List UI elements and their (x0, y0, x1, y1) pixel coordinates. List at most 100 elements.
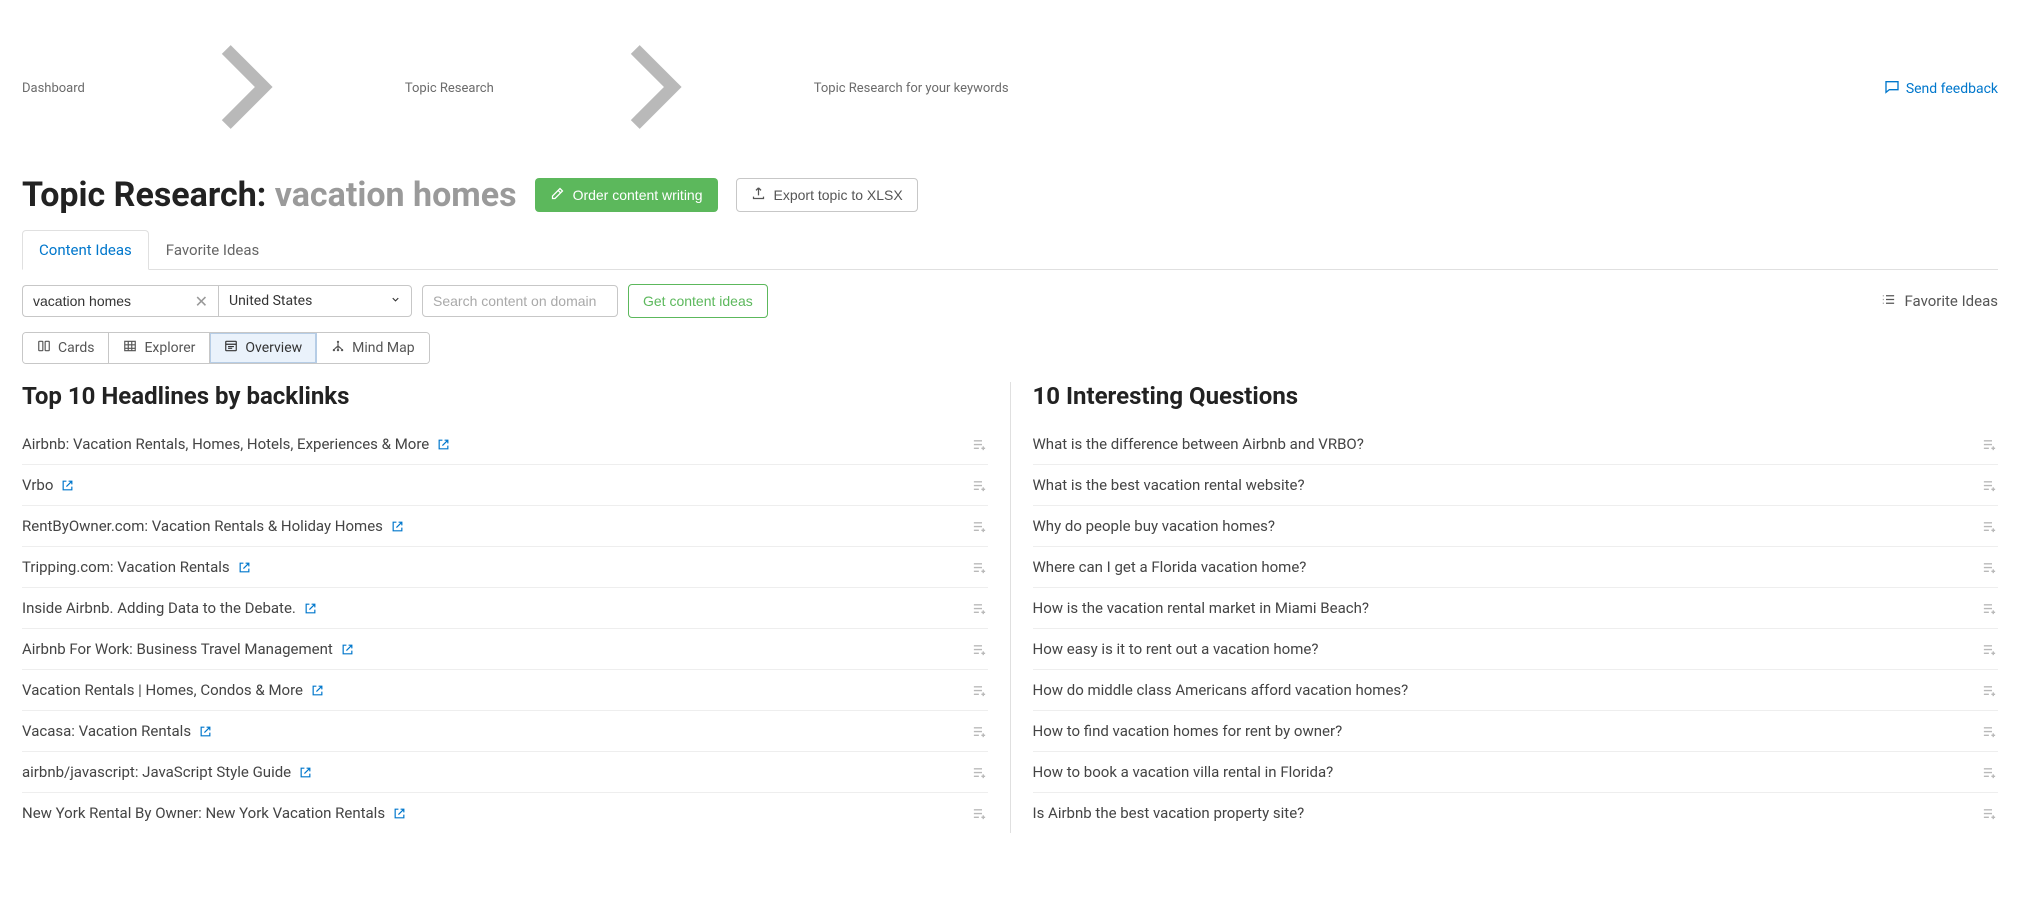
headline-row: airbnb/javascript: JavaScript Style Guid… (22, 752, 988, 793)
question-text: What is the best vacation rental website… (1033, 476, 1305, 494)
add-to-list-icon[interactable] (1981, 601, 1998, 616)
view-cards[interactable]: Cards (23, 333, 109, 363)
breadcrumb-current: Topic Research for your keywords (814, 81, 1009, 96)
question-text: How is the vacation rental market in Mia… (1033, 599, 1369, 617)
add-to-list-icon[interactable] (971, 683, 988, 698)
question-row: How to find vacation homes for rent by o… (1033, 711, 1999, 752)
questions-list: What is the difference between Airbnb an… (1033, 424, 1999, 833)
external-link-icon[interactable] (311, 684, 324, 697)
view-overview-label: Overview (245, 340, 302, 356)
keyword-input-wrapper: ✕ (22, 285, 218, 317)
add-to-list-icon[interactable] (971, 560, 988, 575)
breadcrumb-item[interactable]: Topic Research (405, 81, 494, 96)
question-text: Where can I get a Florida vacation home? (1033, 558, 1307, 576)
external-link-icon[interactable] (238, 561, 251, 574)
chevron-right-icon (504, 12, 804, 165)
headline-text: New York Rental By Owner: New York Vacat… (22, 804, 385, 822)
feedback-icon (1884, 79, 1900, 99)
chevron-down-icon (390, 293, 401, 309)
external-link-icon[interactable] (304, 602, 317, 615)
breadcrumb-item[interactable]: Dashboard (22, 81, 85, 96)
country-select-value: United States (229, 293, 312, 309)
view-switch: Cards Explorer Overview Mind Map (22, 332, 430, 364)
question-row: What is the best vacation rental website… (1033, 465, 1999, 506)
external-link-icon[interactable] (61, 479, 74, 492)
edit-icon (550, 186, 565, 204)
send-feedback-label: Send feedback (1906, 81, 1998, 97)
question-row: How easy is it to rent out a vacation ho… (1033, 629, 1999, 670)
question-text: How easy is it to rent out a vacation ho… (1033, 640, 1319, 658)
order-content-label: Order content writing (573, 187, 703, 203)
clear-keyword-icon[interactable]: ✕ (195, 292, 208, 311)
page-title: Topic Research: vacation homes (22, 175, 517, 215)
get-content-ideas-button[interactable]: Get content ideas (628, 284, 768, 318)
headline-text: Airbnb For Work: Business Travel Managem… (22, 640, 333, 658)
add-to-list-icon[interactable] (971, 765, 988, 780)
export-icon (751, 186, 766, 204)
question-row: Where can I get a Florida vacation home? (1033, 547, 1999, 588)
headline-row: Airbnb For Work: Business Travel Managem… (22, 629, 988, 670)
headline-row: Airbnb: Vacation Rentals, Homes, Hotels,… (22, 424, 988, 465)
view-overview[interactable]: Overview (210, 333, 317, 363)
question-text: What is the difference between Airbnb an… (1033, 435, 1364, 453)
headline-text: RentByOwner.com: Vacation Rentals & Holi… (22, 517, 383, 535)
add-to-list-icon[interactable] (1981, 478, 1998, 493)
headline-text: airbnb/javascript: JavaScript Style Guid… (22, 763, 291, 781)
view-cards-label: Cards (58, 340, 94, 356)
keyword-input[interactable] (33, 293, 195, 309)
view-explorer-label: Explorer (144, 340, 195, 356)
domain-input-wrapper (422, 285, 618, 317)
send-feedback-link[interactable]: Send feedback (1884, 79, 1998, 99)
order-content-button[interactable]: Order content writing (535, 178, 718, 212)
add-to-list-icon[interactable] (1981, 724, 1998, 739)
question-row: How do middle class Americans afford vac… (1033, 670, 1999, 711)
add-to-list-icon[interactable] (1981, 683, 1998, 698)
add-to-list-icon[interactable] (1981, 437, 1998, 452)
add-to-list-icon[interactable] (1981, 765, 1998, 780)
export-xlsx-label: Export topic to XLSX (774, 187, 903, 203)
add-to-list-icon[interactable] (1981, 519, 1998, 534)
add-to-list-icon[interactable] (971, 806, 988, 821)
add-to-list-icon[interactable] (971, 642, 988, 657)
domain-input[interactable] (433, 293, 607, 309)
external-link-icon[interactable] (341, 643, 354, 656)
external-link-icon[interactable] (437, 438, 450, 451)
view-explorer[interactable]: Explorer (109, 333, 210, 363)
headlines-title: Top 10 Headlines by backlinks (22, 382, 988, 410)
add-to-list-icon[interactable] (971, 519, 988, 534)
add-to-list-icon[interactable] (1981, 642, 1998, 657)
view-mindmap[interactable]: Mind Map (317, 333, 428, 363)
headlines-list: Airbnb: Vacation Rentals, Homes, Hotels,… (22, 424, 988, 833)
favorite-ideas-link[interactable]: Favorite Ideas (1881, 292, 1998, 311)
add-to-list-icon[interactable] (971, 601, 988, 616)
headline-row: Vrbo (22, 465, 988, 506)
add-to-list-icon[interactable] (1981, 560, 1998, 575)
question-row: How to book a vacation villa rental in F… (1033, 752, 1999, 793)
export-xlsx-button[interactable]: Export topic to XLSX (736, 178, 918, 212)
external-link-icon[interactable] (199, 725, 212, 738)
tab-favorite-ideas[interactable]: Favorite Ideas (149, 230, 277, 270)
breadcrumb: Dashboard Topic Research Topic Research … (22, 12, 1009, 165)
add-to-list-icon[interactable] (971, 724, 988, 739)
cards-icon (37, 339, 51, 357)
external-link-icon[interactable] (299, 766, 312, 779)
list-icon (1881, 292, 1896, 311)
headline-row: Vacasa: Vacation Rentals (22, 711, 988, 752)
headline-row: Tripping.com: Vacation Rentals (22, 547, 988, 588)
favorite-ideas-label: Favorite Ideas (1904, 292, 1998, 310)
headline-row: Vacation Rentals | Homes, Condos & More (22, 670, 988, 711)
add-to-list-icon[interactable] (1981, 806, 1998, 821)
external-link-icon[interactable] (391, 520, 404, 533)
headline-text: Inside Airbnb. Adding Data to the Debate… (22, 599, 296, 617)
headline-text: Vacasa: Vacation Rentals (22, 722, 191, 740)
add-to-list-icon[interactable] (971, 437, 988, 452)
headline-text: Tripping.com: Vacation Rentals (22, 558, 230, 576)
add-to-list-icon[interactable] (971, 478, 988, 493)
headline-text: Vacation Rentals | Homes, Condos & More (22, 681, 303, 699)
external-link-icon[interactable] (393, 807, 406, 820)
country-select[interactable]: United States (218, 285, 412, 317)
question-row: Is Airbnb the best vacation property sit… (1033, 793, 1999, 833)
tab-content-ideas[interactable]: Content Ideas (22, 230, 149, 270)
headline-text: Airbnb: Vacation Rentals, Homes, Hotels,… (22, 435, 429, 453)
question-row: Why do people buy vacation homes? (1033, 506, 1999, 547)
